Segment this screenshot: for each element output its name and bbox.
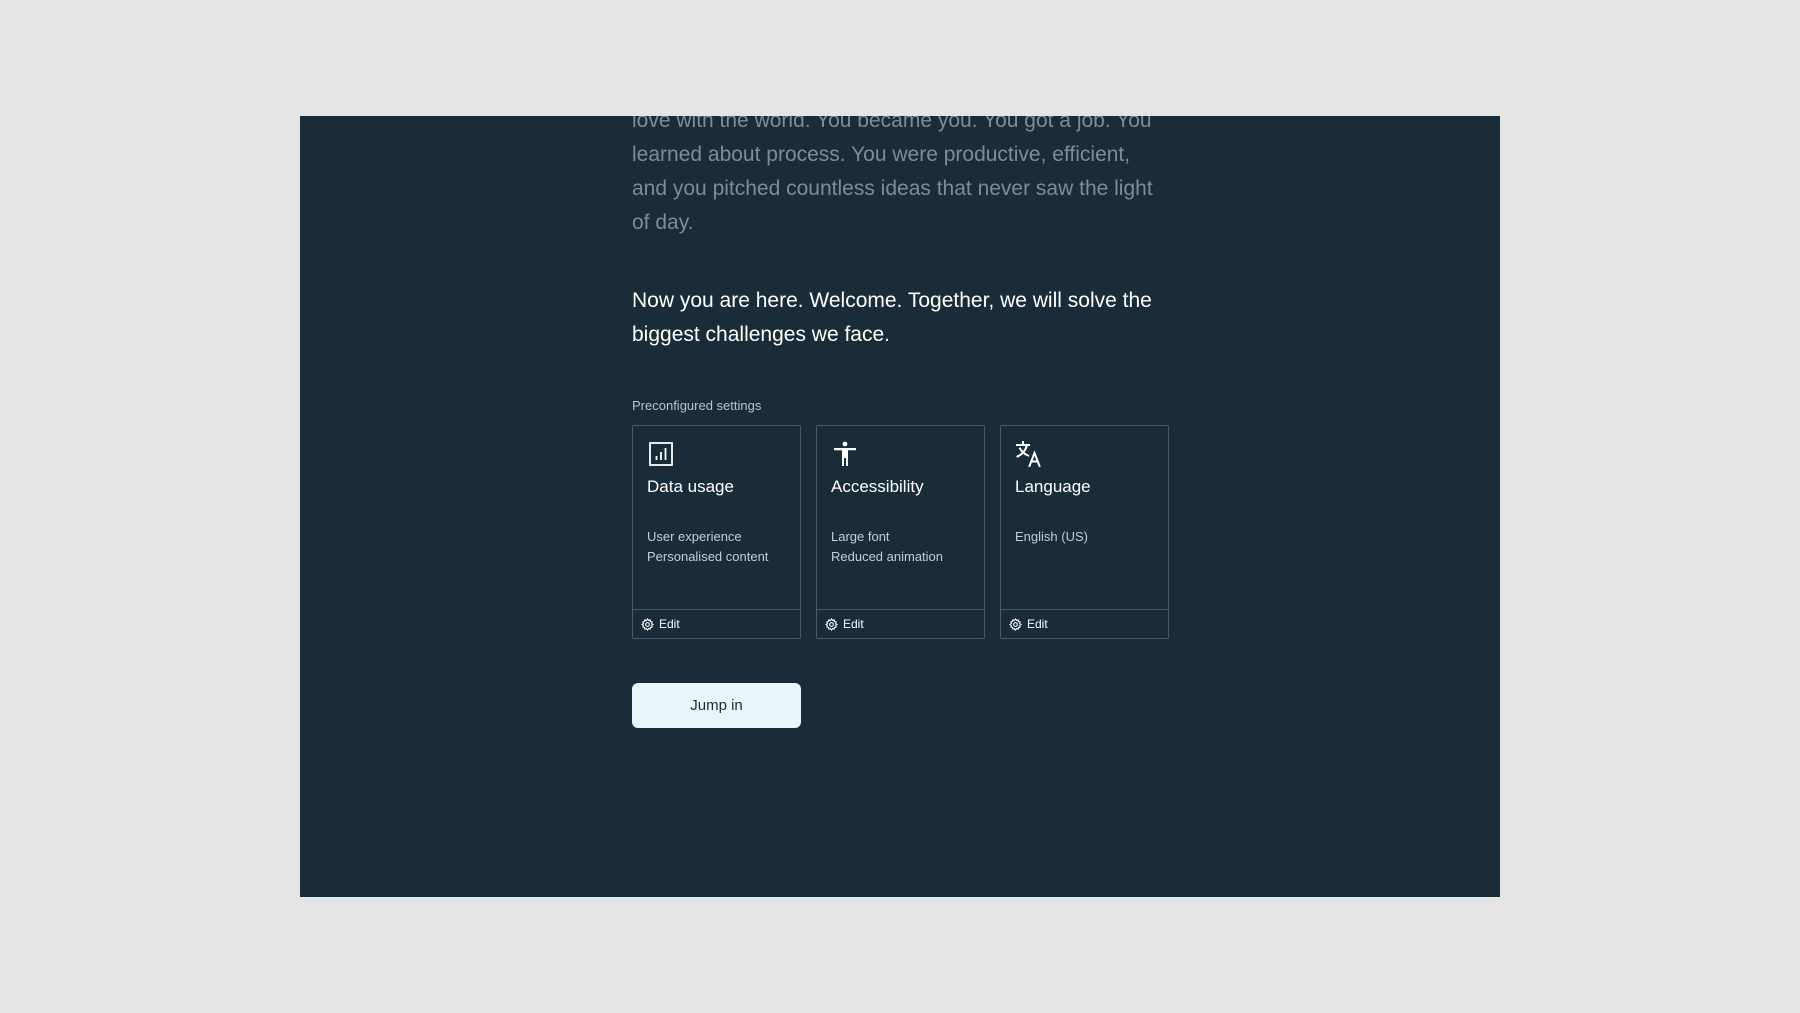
data-usage-detail-2: Personalised content: [647, 549, 769, 564]
data-usage-card: Data usage User experience Personalised …: [632, 425, 801, 639]
jump-in-button[interactable]: Jump in: [632, 683, 801, 728]
accessibility-title: Accessibility: [831, 477, 924, 496]
data-usage-edit-button[interactable]: Edit: [633, 609, 800, 638]
settings-cards: Data usage User experience Personalised …: [632, 425, 1169, 639]
accessibility-detail-1: Large font: [831, 529, 890, 544]
translate-icon: [1015, 440, 1043, 468]
onboarding-panel: love with the world. You became you. You…: [300, 116, 1500, 897]
edit-label: Edit: [843, 617, 864, 631]
edit-label: Edit: [1027, 617, 1048, 631]
data-usage-details: User experience Personalised content: [647, 527, 768, 567]
accessibility-card: Accessibility Large font Reduced animati…: [816, 425, 985, 639]
gear-icon: [825, 617, 838, 631]
accessibility-details: Large font Reduced animation: [831, 527, 943, 567]
welcome-paragraph: Now you are here. Welcome. Together, we …: [632, 289, 1152, 346]
chart-icon: [647, 440, 675, 468]
preconfigured-settings-label: Preconfigured settings: [632, 398, 762, 413]
language-details: English (US): [1015, 527, 1088, 547]
intro-paragraph: love with the world. You became you. You…: [632, 116, 1153, 234]
language-detail-1: English (US): [1015, 529, 1088, 544]
edit-label: Edit: [659, 617, 680, 631]
accessibility-icon: [831, 440, 859, 468]
data-usage-detail-1: User experience: [647, 529, 742, 544]
accessibility-detail-2: Reduced animation: [831, 549, 944, 564]
accessibility-edit-button[interactable]: Edit: [817, 609, 984, 638]
language-card: Language English (US) Edit: [1000, 425, 1169, 639]
language-title: Language: [1015, 477, 1091, 496]
data-usage-title: Data usage: [647, 477, 734, 496]
gear-icon: [641, 617, 654, 631]
gear-icon: [1009, 617, 1022, 631]
language-edit-button[interactable]: Edit: [1001, 609, 1168, 638]
